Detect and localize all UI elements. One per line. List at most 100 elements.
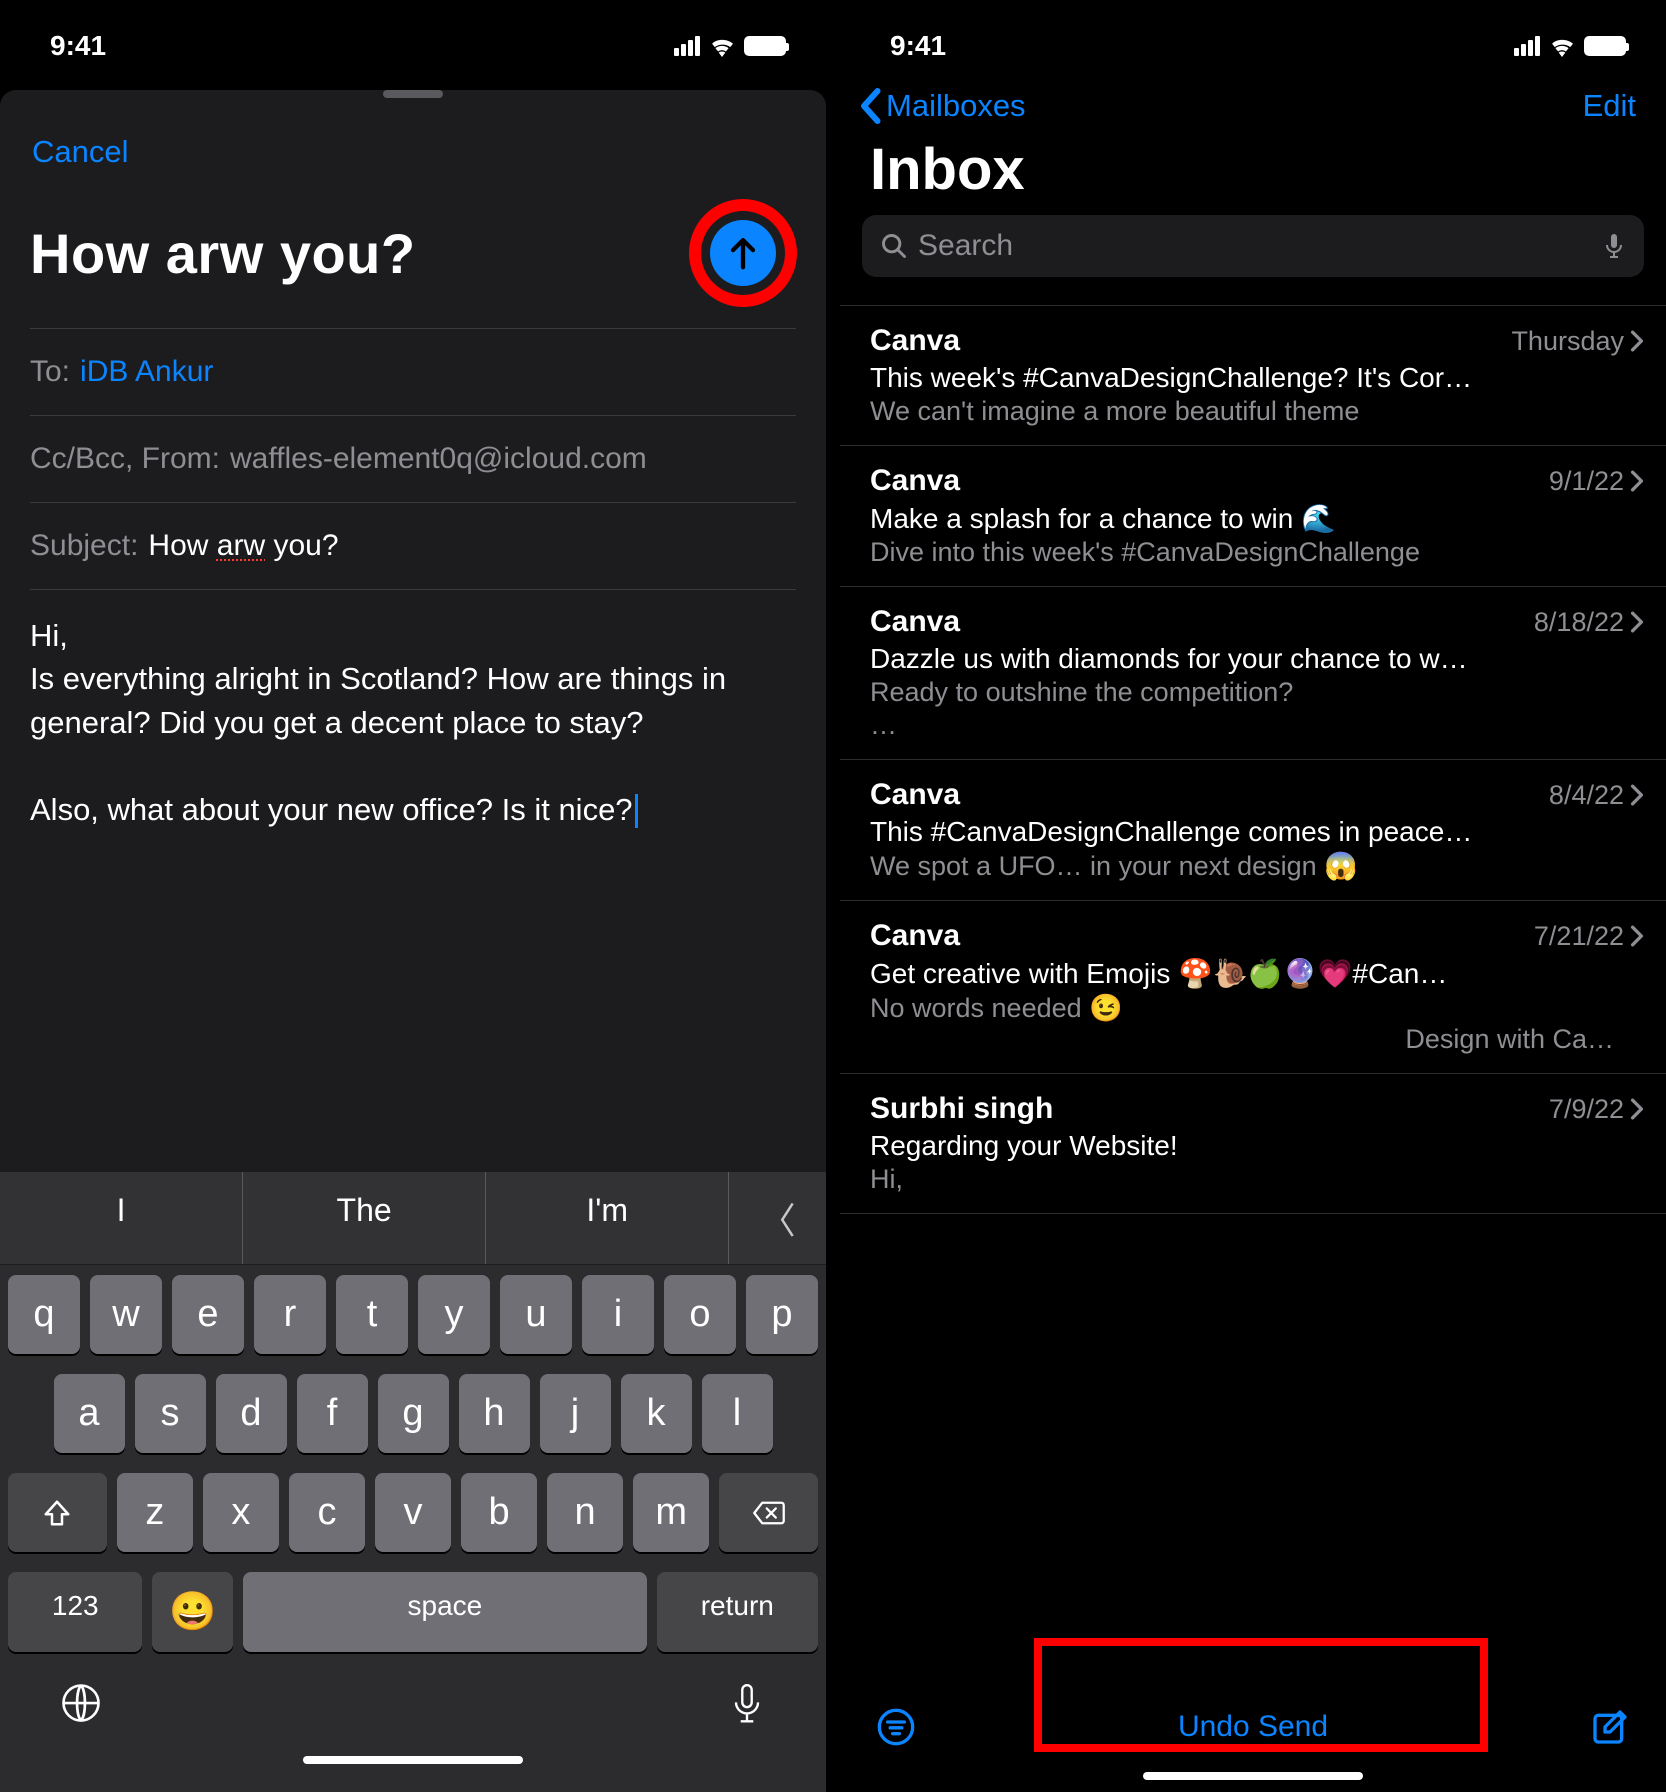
message-date: 7/9/22 bbox=[1549, 1094, 1624, 1125]
key-i[interactable]: i bbox=[582, 1275, 654, 1354]
body-line: Also, what about your new office? Is it … bbox=[30, 792, 633, 827]
cellular-icon bbox=[1514, 36, 1540, 56]
search-field[interactable]: Search bbox=[862, 215, 1644, 277]
message-date: 8/18/22 bbox=[1534, 607, 1624, 638]
body-line: Hi, bbox=[30, 614, 796, 657]
key-h[interactable]: h bbox=[459, 1374, 530, 1453]
key-d[interactable]: d bbox=[216, 1374, 287, 1453]
chevron-right-icon bbox=[1630, 784, 1644, 806]
compose-sheet: Cancel How arw you? To: iDB Ankur Cc/Bcc… bbox=[0, 90, 826, 1792]
send-button[interactable] bbox=[688, 198, 798, 308]
message-row[interactable]: Canva 9/1/22 Make a splash for a chance … bbox=[840, 446, 1666, 587]
message-preview: Hi, bbox=[870, 1164, 1644, 1195]
to-field[interactable]: To: iDB Ankur bbox=[0, 329, 826, 415]
prediction[interactable]: The bbox=[242, 1172, 485, 1264]
message-sender: Canva bbox=[870, 919, 960, 953]
key-u[interactable]: u bbox=[500, 1275, 572, 1354]
message-preview: Dive into this week's #CanvaDesignChalle… bbox=[870, 537, 1644, 568]
key-y[interactable]: y bbox=[418, 1275, 490, 1354]
battery-icon bbox=[744, 36, 786, 56]
from-value: waffles-element0q@icloud.com bbox=[230, 442, 647, 476]
key-r[interactable]: r bbox=[254, 1275, 326, 1354]
back-button[interactable]: Mailboxes bbox=[858, 88, 1026, 124]
search-icon bbox=[880, 232, 908, 260]
return-key[interactable]: return bbox=[657, 1572, 818, 1652]
highlight-ring bbox=[689, 199, 797, 307]
message-preview: Ready to outshine the competition? bbox=[870, 677, 1644, 708]
chevron-left-icon bbox=[858, 88, 882, 124]
key-j[interactable]: j bbox=[540, 1374, 611, 1453]
edit-button[interactable]: Edit bbox=[1583, 88, 1636, 124]
key-o[interactable]: o bbox=[664, 1275, 736, 1354]
filter-icon[interactable] bbox=[876, 1707, 916, 1747]
key-s[interactable]: s bbox=[135, 1374, 206, 1453]
key-x[interactable]: x bbox=[203, 1473, 279, 1552]
email-body[interactable]: Hi, Is everything alright in Scotland? H… bbox=[0, 590, 826, 855]
status-icons bbox=[1514, 35, 1626, 57]
message-date: 8/4/22 bbox=[1549, 780, 1624, 811]
search-placeholder: Search bbox=[918, 229, 1592, 263]
message-sender: Canva bbox=[870, 605, 960, 639]
nav-bar: Mailboxes Edit bbox=[840, 78, 1666, 132]
status-bar: 9:41 bbox=[840, 0, 1666, 78]
message-subject: This #CanvaDesignChallenge comes in peac… bbox=[870, 816, 1644, 848]
compose-title: How arw you? bbox=[30, 221, 416, 286]
undo-typing-icon[interactable]: 〈 bbox=[728, 1172, 826, 1264]
prediction[interactable]: I'm bbox=[485, 1172, 728, 1264]
key-e[interactable]: e bbox=[172, 1275, 244, 1354]
key-a[interactable]: a bbox=[54, 1374, 125, 1453]
status-icons bbox=[674, 35, 786, 57]
cancel-button[interactable]: Cancel bbox=[32, 134, 129, 170]
globe-icon[interactable] bbox=[60, 1682, 102, 1724]
key-n[interactable]: n bbox=[547, 1473, 623, 1552]
space-key[interactable]: space bbox=[243, 1572, 646, 1652]
key-z[interactable]: z bbox=[117, 1473, 193, 1552]
chevron-right-icon bbox=[1630, 470, 1644, 492]
key-p[interactable]: p bbox=[746, 1275, 818, 1354]
prediction[interactable]: I bbox=[0, 1172, 242, 1264]
message-subject: Dazzle us with diamonds for your chance … bbox=[870, 643, 1644, 675]
key-f[interactable]: f bbox=[297, 1374, 368, 1453]
backspace-key[interactable] bbox=[719, 1473, 818, 1552]
shift-key[interactable] bbox=[8, 1473, 107, 1552]
key-c[interactable]: c bbox=[289, 1473, 365, 1552]
keyboard: I The I'm 〈 qwertyuiop asdfghjkl zxcvbnm… bbox=[0, 1172, 826, 1792]
key-v[interactable]: v bbox=[375, 1473, 451, 1552]
key-g[interactable]: g bbox=[378, 1374, 449, 1453]
subject-field[interactable]: Subject: How arw you? bbox=[0, 503, 826, 589]
key-w[interactable]: w bbox=[90, 1275, 162, 1354]
cellular-icon bbox=[674, 36, 700, 56]
message-subject: Get creative with Emojis 🍄🐌🍏🔮💗#Can… bbox=[870, 957, 1644, 990]
mic-icon[interactable] bbox=[728, 1682, 766, 1726]
message-row[interactable]: Canva 8/18/22 Dazzle us with diamonds fo… bbox=[840, 587, 1666, 760]
sheet-grabber[interactable] bbox=[383, 90, 443, 98]
key-q[interactable]: q bbox=[8, 1275, 80, 1354]
message-date: Thursday bbox=[1511, 326, 1624, 357]
message-date: 7/21/22 bbox=[1534, 921, 1624, 952]
message-subject: Regarding your Website! bbox=[870, 1130, 1644, 1162]
home-indicator[interactable] bbox=[303, 1756, 523, 1764]
key-m[interactable]: m bbox=[633, 1473, 709, 1552]
status-bar: 9:41 bbox=[0, 0, 826, 78]
home-indicator[interactable] bbox=[1143, 1772, 1363, 1780]
compose-icon[interactable] bbox=[1590, 1707, 1630, 1747]
highlight-box bbox=[1034, 1638, 1488, 1752]
ccbcc-field[interactable]: Cc/Bcc, From: waffles-element0q@icloud.c… bbox=[0, 416, 826, 502]
emoji-key[interactable]: 😀 bbox=[152, 1572, 233, 1652]
mic-icon[interactable] bbox=[1602, 231, 1626, 261]
message-row[interactable]: Surbhi singh 7/9/22 Regarding your Websi… bbox=[840, 1074, 1666, 1214]
key-l[interactable]: l bbox=[702, 1374, 773, 1453]
message-row[interactable]: Canva Thursday This week's #CanvaDesignC… bbox=[840, 305, 1666, 446]
key-b[interactable]: b bbox=[461, 1473, 537, 1552]
shift-icon bbox=[42, 1498, 72, 1528]
message-row[interactable]: Canva 7/21/22 Get creative with Emojis 🍄… bbox=[840, 901, 1666, 1074]
message-subject: This week's #CanvaDesignChallenge? It's … bbox=[870, 362, 1644, 394]
message-preview: We can't imagine a more beautiful theme bbox=[870, 396, 1644, 427]
key-t[interactable]: t bbox=[336, 1275, 408, 1354]
message-row[interactable]: Canva 8/4/22 This #CanvaDesignChallenge … bbox=[840, 760, 1666, 901]
status-time: 9:41 bbox=[890, 30, 946, 62]
key-k[interactable]: k bbox=[621, 1374, 692, 1453]
body-line: Is everything alright in Scotland? How a… bbox=[30, 657, 796, 744]
numbers-key[interactable]: 123 bbox=[8, 1572, 142, 1652]
to-value: iDB Ankur bbox=[80, 355, 213, 389]
